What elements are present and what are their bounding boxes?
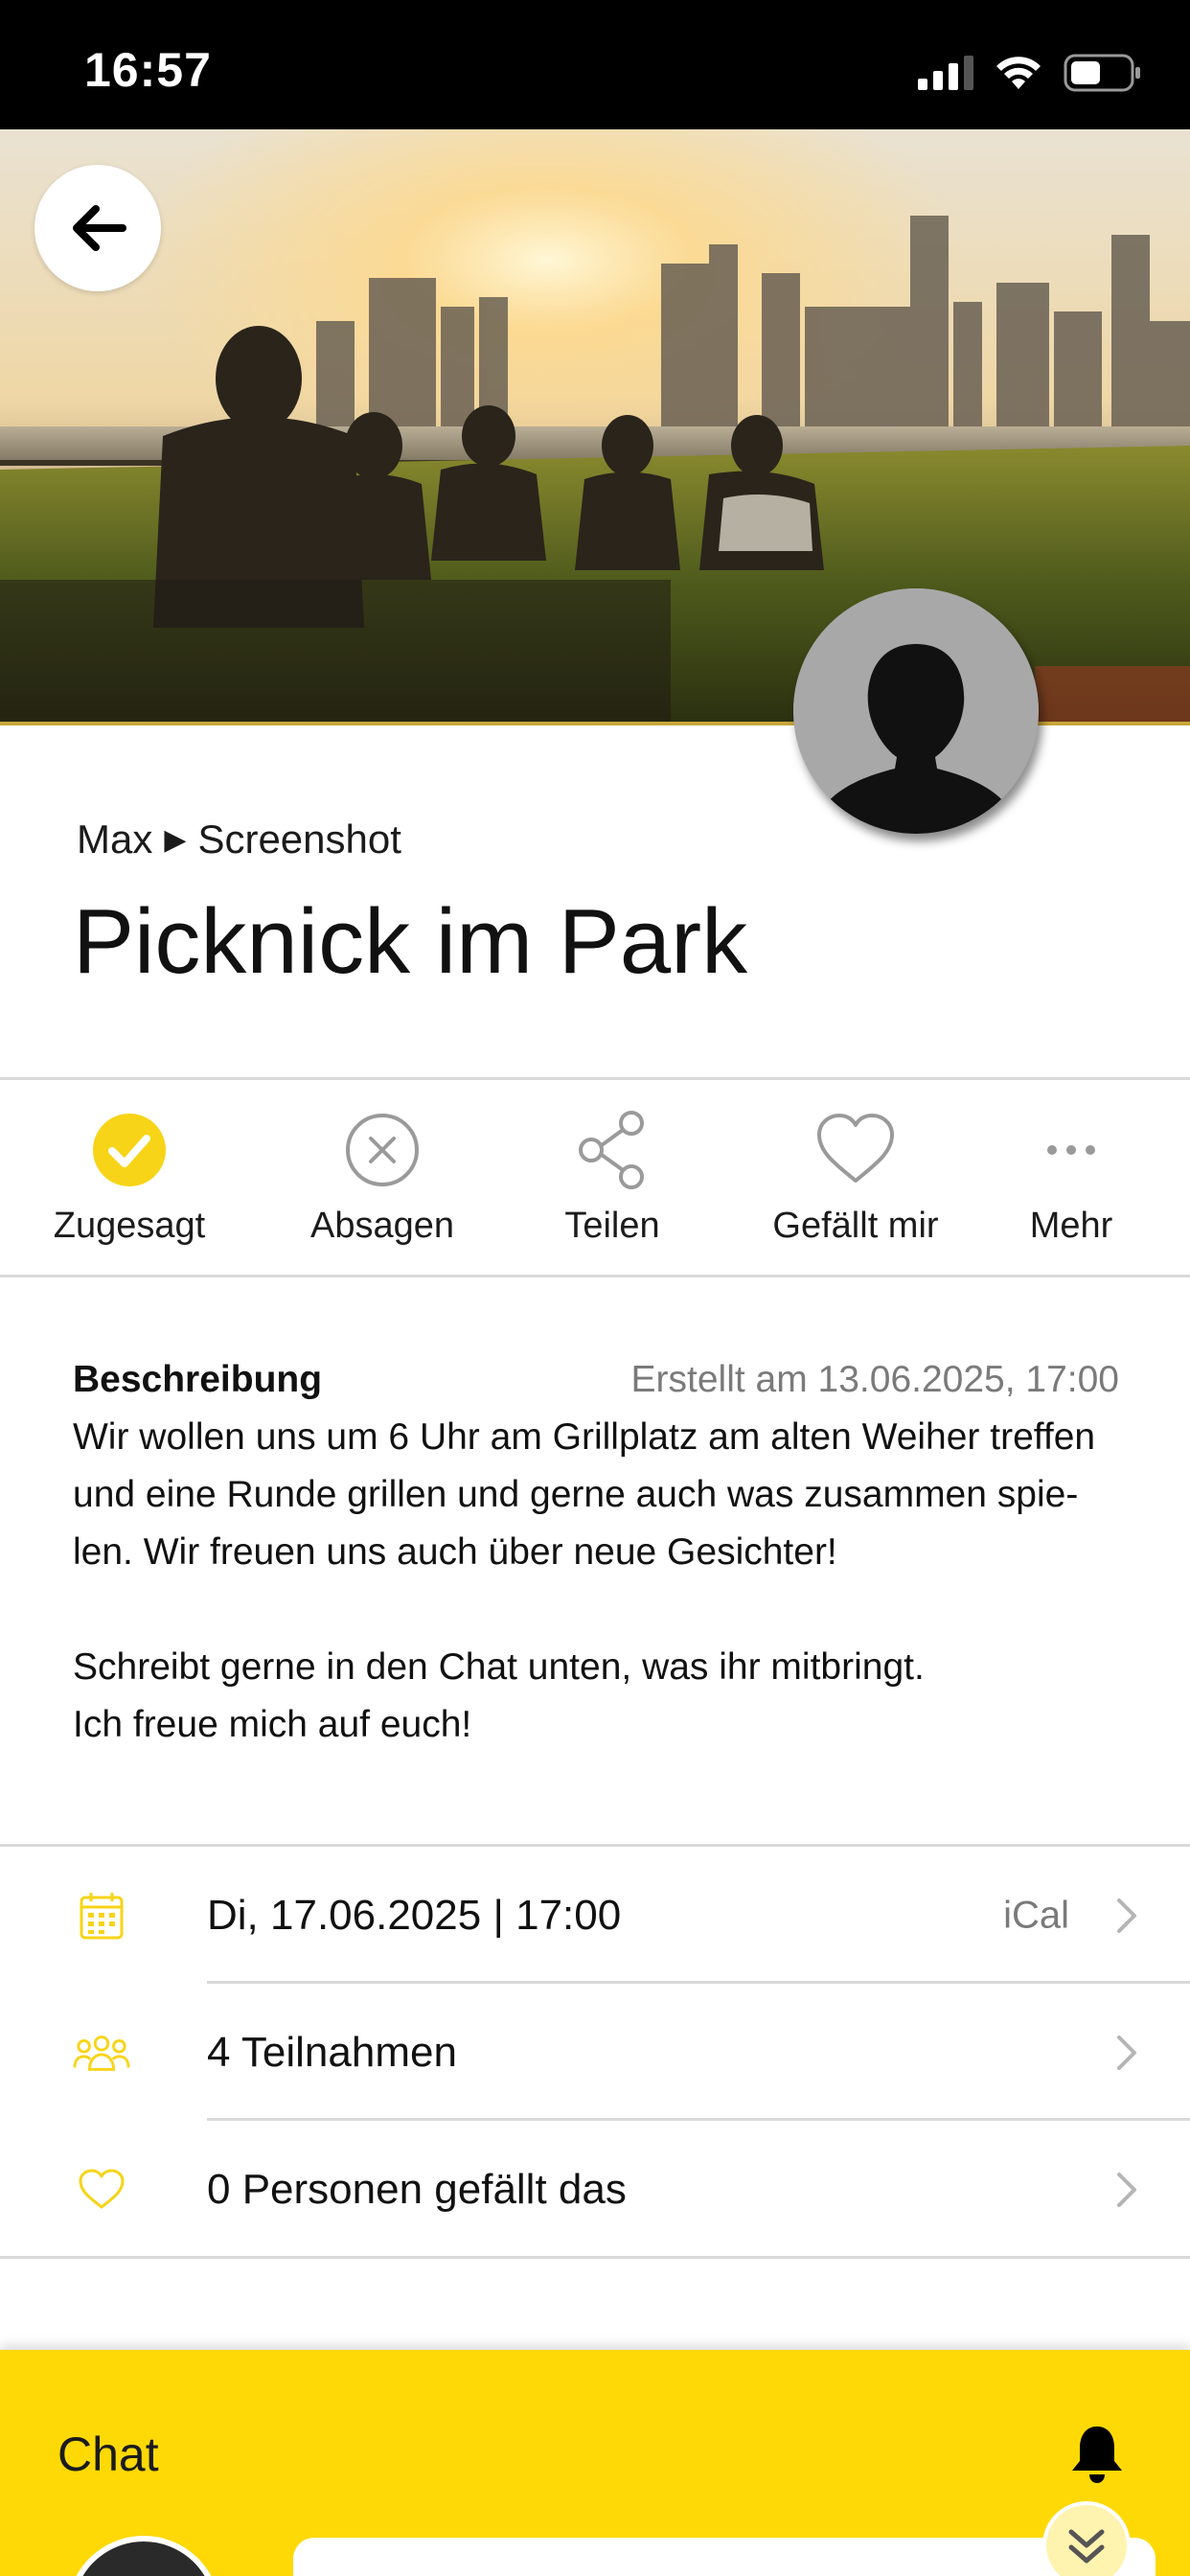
chevron-right-icon [1117,1898,1136,1933]
people-icon [73,2035,130,2071]
share-icon [579,1111,644,1189]
chevron-right-icon [1117,2035,1136,2070]
action-bar: Zugesagt Absagen Teilen Gefällt mir Mehr [0,1081,1190,1275]
organizer-avatar[interactable] [793,588,1039,834]
share-label: Teilen [564,1206,660,1246]
event-date: Di, 17.06.2025 | 17:00 [207,1891,622,1939]
heart-icon [817,1114,894,1183]
breadcrumb-user[interactable]: Max [77,816,152,862]
date-row[interactable]: Di, 17.06.2025 | 17:00 iCal [0,1847,1190,1984]
more-label: Mehr [1029,1206,1113,1246]
signal-icon [918,56,973,90]
decline-label: Absagen [309,1206,454,1246]
participants-count: 4 Teilnahmen [207,2028,457,2076]
breadcrumb-separator-icon: ▶ [164,823,187,856]
bell-icon[interactable] [1068,2423,1126,2484]
status-time: 16:57 [84,43,212,97]
description-line: Ich freue mich auf euch! [73,1704,472,1745]
description-line: Schreibt gerne in den Chat unten, was ih… [73,1646,925,1688]
chat-title: Chat [57,2427,159,2481]
divider [0,2256,1190,2259]
wifi-icon [996,57,1041,89]
chevron-right-icon [1117,2172,1136,2207]
arrow-left-icon [73,205,126,251]
divider [0,1275,1190,1277]
accept-label: Zugesagt [53,1206,206,1246]
description-line: und eine Runde grillen und gerne auch wa… [73,1474,1079,1515]
like-button[interactable]: Gefällt mir [741,1081,971,1275]
back-button[interactable] [34,165,161,291]
more-dots-icon [1047,1145,1095,1155]
likes-count: 0 Personen gefällt das [207,2165,627,2213]
participants-row[interactable]: 4 Teilnahmen [0,1984,1190,2121]
x-circle-icon [346,1114,419,1186]
person-placeholder-icon [793,588,1039,834]
status-icons [918,52,1142,94]
like-label: Gefällt mir [772,1206,939,1246]
calendar-icon [80,1892,124,1939]
divider [0,1077,1190,1080]
description-heading: Beschreibung [73,1359,323,1400]
battery-icon [1064,54,1140,92]
more-button[interactable]: Mehr [977,1081,1190,1275]
heart-outline-icon [79,2169,125,2208]
breadcrumb-group[interactable]: Screenshot [197,816,400,862]
scroll-down-button[interactable] [1042,2501,1131,2576]
check-circle-icon [93,1114,166,1186]
created-date: Erstellt am 13.06.2025, 17:00 [630,1359,1120,1400]
chat-panel: Chat [0,2350,1190,2576]
breadcrumb: Max ▶ Screenshot [77,816,401,862]
description-line: len. Wir freuen uns auch über neue Gesic… [73,1531,837,1573]
description-line: Wir wollen uns um 6 Uhr am Grillplatz am… [73,1416,1096,1458]
chat-input[interactable] [293,2538,1156,2576]
event-title: Picknick im Park [73,890,748,993]
event-detail-screen: 16:57 Max ▶ Screenshot Picknick im Park … [0,0,1190,2576]
status-bar: 16:57 [0,0,1190,129]
likes-row[interactable]: 0 Personen gefällt das [0,2121,1190,2258]
share-button[interactable]: Teilen [497,1081,727,1275]
accept-button[interactable]: Zugesagt [14,1081,244,1275]
decline-button[interactable]: Absagen [267,1081,497,1275]
description-text: Wir wollen uns um 6 Uhr am Grillplatz am… [73,1409,1127,1754]
ical-link[interactable]: iCal [1003,1894,1069,1937]
double-chevron-down-icon [1068,2529,1105,2564]
current-user-avatar [67,2536,220,2576]
description-header: Beschreibung Erstellt am 13.06.2025, 17:… [73,1359,1119,1407]
